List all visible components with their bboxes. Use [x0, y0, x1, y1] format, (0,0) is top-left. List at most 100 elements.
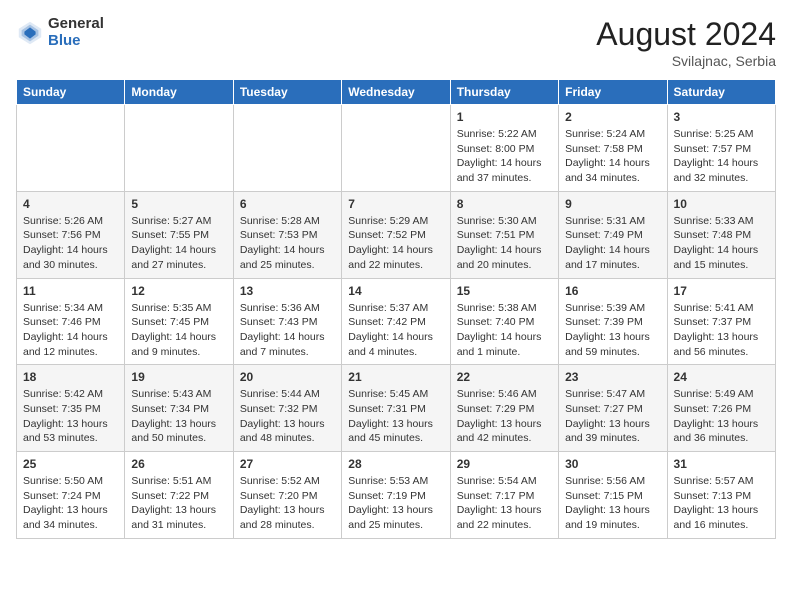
day-info-25: Sunrise: 5:50 AMSunset: 7:24 PMDaylight:… — [23, 474, 118, 533]
logo-text: General Blue — [48, 16, 104, 49]
page-header: General Blue August 2024 Svilajnac, Serb… — [16, 16, 776, 69]
calendar-row-1: 1Sunrise: 5:22 AMSunset: 8:00 PMDaylight… — [17, 105, 776, 192]
empty-cell — [125, 105, 233, 192]
day-cell-12: 12Sunrise: 5:35 AMSunset: 7:45 PMDayligh… — [125, 278, 233, 365]
day-cell-17: 17Sunrise: 5:41 AMSunset: 7:37 PMDayligh… — [667, 278, 775, 365]
day-number-26: 26 — [131, 457, 226, 471]
day-info-13: Sunrise: 5:36 AMSunset: 7:43 PMDaylight:… — [240, 301, 335, 360]
day-number-7: 7 — [348, 197, 443, 211]
day-cell-6: 6 Sunrise: 5:28 AMSunset: 7:53 PMDaylight… — [233, 191, 341, 278]
day-info-28: Sunrise: 5:53 AMSunset: 7:19 PMDaylight:… — [348, 474, 443, 533]
logo-general-text: General — [48, 16, 104, 33]
day-cell-22: 22 Sunrise: 5:46 AMSunset: 7:29 PMDayligh… — [450, 365, 558, 452]
day-info-11: Sunrise: 5:34 AMSunset: 7:46 PMDaylight:… — [23, 301, 118, 360]
day-number-23: 23 — [565, 370, 660, 384]
calendar-row-5: 25 Sunrise: 5:50 AMSunset: 7:24 PMDayligh… — [17, 452, 776, 539]
day-info-16: Sunrise: 5:39 AMSunset: 7:39 PMDaylight:… — [565, 301, 660, 360]
day-info-3: Sunrise: 5:25 AMSunset: 7:57 PMDaylight:… — [674, 127, 769, 186]
logo-icon — [16, 19, 44, 47]
day-info-24: Sunrise: 5:49 AMSunset: 7:26 PMDaylight:… — [674, 387, 769, 446]
day-info-2: Sunrise: 5:24 AMSunset: 7:58 PMDaylight:… — [565, 127, 660, 186]
day-cell-24: 24 Sunrise: 5:49 AMSunset: 7:26 PMDayligh… — [667, 365, 775, 452]
header-sunday: Sunday — [17, 80, 125, 105]
day-cell-30: 30Sunrise: 5:56 AMSunset: 7:15 PMDayligh… — [559, 452, 667, 539]
day-cell-10: 10 Sunrise: 5:33 AMSunset: 7:48 PMDayligh… — [667, 191, 775, 278]
day-info-5: Sunrise: 5:27 AMSunset: 7:55 PMDaylight:… — [131, 214, 226, 273]
day-number-22: 22 — [457, 370, 552, 384]
day-info-18: Sunrise: 5:42 AMSunset: 7:35 PMDaylight:… — [23, 387, 118, 446]
day-number-8: 8 — [457, 197, 552, 211]
weekday-header-row: Sunday Monday Tuesday Wednesday Thursday… — [17, 80, 776, 105]
day-number-10: 10 — [674, 197, 769, 211]
empty-cell — [17, 105, 125, 192]
day-info-20: Sunrise: 5:44 AMSunset: 7:32 PMDaylight:… — [240, 387, 335, 446]
day-cell-2: 2 Sunrise: 5:24 AMSunset: 7:58 PMDaylight… — [559, 105, 667, 192]
day-cell-20: 20 Sunrise: 5:44 AMSunset: 7:32 PMDayligh… — [233, 365, 341, 452]
day-cell-8: 8 Sunrise: 5:30 AMSunset: 7:51 PMDaylight… — [450, 191, 558, 278]
header-wednesday: Wednesday — [342, 80, 450, 105]
day-number-24: 24 — [674, 370, 769, 384]
day-number-19: 19 — [131, 370, 226, 384]
day-number-4: 4 — [23, 197, 118, 211]
day-info-26: Sunrise: 5:51 AMSunset: 7:22 PMDaylight:… — [131, 474, 226, 533]
day-cell-1: 1Sunrise: 5:22 AMSunset: 8:00 PMDaylight… — [450, 105, 558, 192]
day-info-8: Sunrise: 5:30 AMSunset: 7:51 PMDaylight:… — [457, 214, 552, 273]
day-info-7: Sunrise: 5:29 AMSunset: 7:52 PMDaylight:… — [348, 214, 443, 273]
day-info-30: Sunrise: 5:56 AMSunset: 7:15 PMDaylight:… — [565, 474, 660, 533]
day-cell-23: 23 Sunrise: 5:47 AMSunset: 7:27 PMDayligh… — [559, 365, 667, 452]
header-friday: Friday — [559, 80, 667, 105]
day-info-31: Sunrise: 5:57 AMSunset: 7:13 PMDaylight:… — [674, 474, 769, 533]
day-number-17: 17 — [674, 284, 769, 298]
empty-cell — [233, 105, 341, 192]
logo-blue-text: Blue — [48, 33, 104, 50]
day-cell-29: 29 Sunrise: 5:54 AMSunset: 7:17 PMDayligh… — [450, 452, 558, 539]
header-tuesday: Tuesday — [233, 80, 341, 105]
day-cell-18: 18 Sunrise: 5:42 AMSunset: 7:35 PMDayligh… — [17, 365, 125, 452]
day-cell-21: 21 Sunrise: 5:45 AMSunset: 7:31 PMDayligh… — [342, 365, 450, 452]
day-number-1: 1 — [457, 110, 552, 124]
day-info-21: Sunrise: 5:45 AMSunset: 7:31 PMDaylight:… — [348, 387, 443, 446]
calendar-row-3: 11 Sunrise: 5:34 AMSunset: 7:46 PMDayligh… — [17, 278, 776, 365]
day-number-11: 11 — [23, 284, 118, 298]
location-subtitle: Svilajnac, Serbia — [596, 53, 776, 69]
day-number-29: 29 — [457, 457, 552, 471]
day-number-18: 18 — [23, 370, 118, 384]
day-cell-7: 7 Sunrise: 5:29 AMSunset: 7:52 PMDaylight… — [342, 191, 450, 278]
day-info-6: Sunrise: 5:28 AMSunset: 7:53 PMDaylight:… — [240, 214, 335, 273]
day-number-28: 28 — [348, 457, 443, 471]
day-cell-5: 5 Sunrise: 5:27 AMSunset: 7:55 PMDaylight… — [125, 191, 233, 278]
day-info-14: Sunrise: 5:37 AMSunset: 7:42 PMDaylight:… — [348, 301, 443, 360]
day-number-12: 12 — [131, 284, 226, 298]
day-info-19: Sunrise: 5:43 AMSunset: 7:34 PMDaylight:… — [131, 387, 226, 446]
day-number-27: 27 — [240, 457, 335, 471]
day-number-25: 25 — [23, 457, 118, 471]
day-cell-26: 26 Sunrise: 5:51 AMSunset: 7:22 PMDayligh… — [125, 452, 233, 539]
day-cell-15: 15Sunrise: 5:38 AMSunset: 7:40 PMDayligh… — [450, 278, 558, 365]
day-cell-3: 3 Sunrise: 5:25 AMSunset: 7:57 PMDaylight… — [667, 105, 775, 192]
day-number-31: 31 — [674, 457, 769, 471]
day-number-20: 20 — [240, 370, 335, 384]
day-info-23: Sunrise: 5:47 AMSunset: 7:27 PMDaylight:… — [565, 387, 660, 446]
day-cell-27: 27 Sunrise: 5:52 AMSunset: 7:20 PMDayligh… — [233, 452, 341, 539]
day-cell-31: 31 Sunrise: 5:57 AMSunset: 7:13 PMDayligh… — [667, 452, 775, 539]
day-cell-16: 16 Sunrise: 5:39 AMSunset: 7:39 PMDayligh… — [559, 278, 667, 365]
day-number-16: 16 — [565, 284, 660, 298]
empty-cell — [342, 105, 450, 192]
calendar-row-2: 4Sunrise: 5:26 AMSunset: 7:56 PMDaylight… — [17, 191, 776, 278]
day-info-27: Sunrise: 5:52 AMSunset: 7:20 PMDaylight:… — [240, 474, 335, 533]
day-number-2: 2 — [565, 110, 660, 124]
day-number-5: 5 — [131, 197, 226, 211]
day-cell-4: 4Sunrise: 5:26 AMSunset: 7:56 PMDaylight… — [17, 191, 125, 278]
day-cell-13: 13Sunrise: 5:36 AMSunset: 7:43 PMDayligh… — [233, 278, 341, 365]
day-info-22: Sunrise: 5:46 AMSunset: 7:29 PMDaylight:… — [457, 387, 552, 446]
day-number-3: 3 — [674, 110, 769, 124]
day-info-29: Sunrise: 5:54 AMSunset: 7:17 PMDaylight:… — [457, 474, 552, 533]
day-info-10: Sunrise: 5:33 AMSunset: 7:48 PMDaylight:… — [674, 214, 769, 273]
day-number-21: 21 — [348, 370, 443, 384]
calendar-table: Sunday Monday Tuesday Wednesday Thursday… — [16, 79, 776, 539]
day-number-6: 6 — [240, 197, 335, 211]
day-cell-11: 11 Sunrise: 5:34 AMSunset: 7:46 PMDayligh… — [17, 278, 125, 365]
month-year-title: August 2024 — [596, 16, 776, 53]
day-number-15: 15 — [457, 284, 552, 298]
day-number-14: 14 — [348, 284, 443, 298]
